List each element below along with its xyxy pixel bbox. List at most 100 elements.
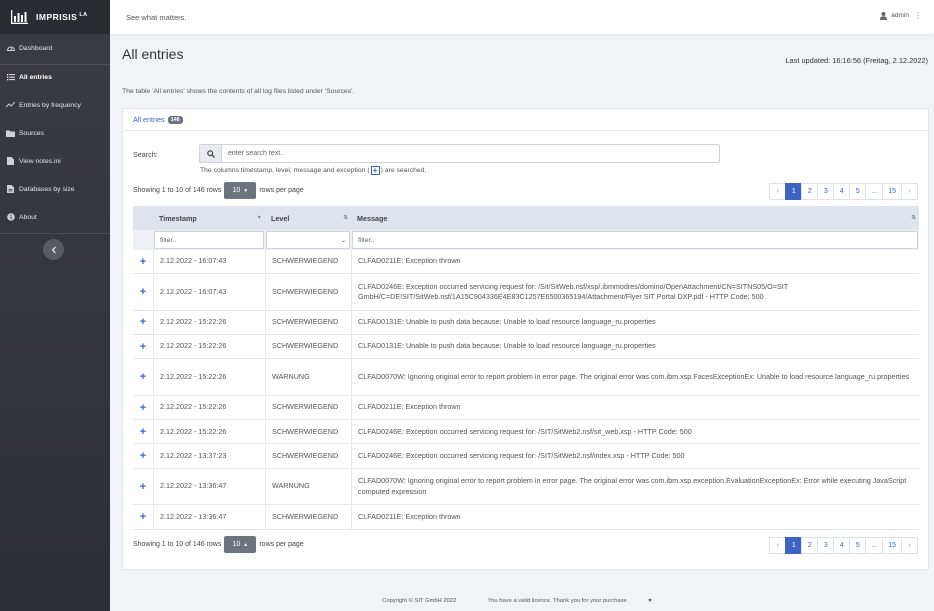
pagination-page-2[interactable]: 2: [801, 183, 819, 200]
level-cell: SCHWERWIEGEND: [265, 335, 351, 359]
sort-icon: ⇅: [343, 215, 348, 221]
sidebar-item-entries-by-frequency[interactable]: Entries by frequency: [0, 91, 110, 119]
pagination-page-3[interactable]: 3: [817, 183, 835, 200]
message-cell: CLFAD0211E: Exception thrown: [351, 505, 919, 529]
table-row[interactable]: +2.12.2022 - 13:36:47 SCHWERWIEGEND CLFAD0…: [133, 505, 919, 530]
rows-per-page-dropdown[interactable]: 10 ▼: [224, 182, 257, 199]
pagination-ellipsis: ...: [865, 183, 884, 200]
table-row[interactable]: +2.12.2022 - 16:07:43 SCHWERWIEGEND CLFAD0…: [133, 274, 919, 311]
expand-row-icon[interactable]: +: [133, 481, 153, 493]
bar-chart-logo-icon: [11, 10, 28, 24]
header-timestamp[interactable]: Timestamp ▼: [153, 206, 265, 230]
level-cell: SCHWERWIEGEND: [265, 250, 351, 274]
level-cell: SCHWERWIEGEND: [265, 274, 351, 310]
pagination-page-4[interactable]: 4: [833, 537, 851, 554]
sidebar-item-dashboard[interactable]: Dashboard: [0, 34, 110, 62]
search-button[interactable]: [200, 145, 222, 162]
table-row[interactable]: +2.12.2022 - 15:22:26 SCHWERWIEGEND CLFAD0…: [133, 335, 919, 360]
chevron-left-icon: [51, 246, 56, 253]
table-row[interactable]: +2.12.2022 - 13:37:23 SCHWERWIEGEND CLFAD0…: [133, 444, 919, 469]
pagination-next-button[interactable]: ›: [901, 537, 918, 554]
table-row[interactable]: +2.12.2022 - 16:07:43 SCHWERWIEGEND CLFAD0…: [133, 250, 919, 275]
brand[interactable]: IMPRISIS LA: [0, 0, 110, 34]
heart-icon: ♥: [648, 598, 652, 604]
header-message[interactable]: Message ⇅: [351, 206, 919, 230]
pagination-next-button[interactable]: ›: [901, 183, 918, 200]
sidebar-item-view-notes-ini[interactable]: View notes.ini: [0, 147, 110, 175]
timestamp-filter-input[interactable]: [154, 231, 264, 249]
header-label: Message: [357, 213, 388, 223]
sidebar-collapse-button[interactable]: [43, 239, 64, 260]
search-hint: The columns timestamp, level, message an…: [200, 166, 426, 175]
page-title: All entries: [122, 46, 184, 62]
expand-row-icon[interactable]: +: [133, 371, 153, 383]
header-level[interactable]: Level ⇅: [265, 206, 351, 230]
pagination-page-15[interactable]: 15: [882, 537, 902, 554]
page-description: The table 'All entries' shows the conten…: [122, 88, 355, 95]
table-row[interactable]: +2.12.2022 - 15:22:26 SCHWERWIEGEND CLFAD0…: [133, 420, 919, 445]
sidebar-nav: Dashboard All entries Entries by frequen…: [0, 34, 110, 234]
sidebar-item-databases-by-size[interactable]: Databases by size: [0, 175, 110, 203]
folder-icon: [6, 129, 15, 138]
user-icon: [880, 11, 888, 20]
tab-all-entries[interactable]: All entries 146: [133, 115, 183, 124]
pagination-prev-button[interactable]: ‹: [769, 183, 787, 200]
pagination-page-5[interactable]: 5: [849, 537, 867, 554]
pagination-page-15[interactable]: 15: [882, 183, 902, 200]
entries-card: All entries 146 Search: The columns time…: [122, 108, 929, 570]
header-expand-col: [133, 206, 153, 230]
level-cell: SCHWERWIEGEND: [265, 444, 351, 468]
sidebar-item-label: View notes.ini: [19, 157, 61, 165]
pagination-top: ‹ 1 2 3 4 5... 15 ›: [769, 183, 918, 200]
expand-row-icon[interactable]: +: [133, 256, 153, 268]
expand-row-icon[interactable]: +: [133, 450, 153, 462]
expand-row-icon[interactable]: +: [133, 402, 153, 414]
more-vertical-icon[interactable]: ⋮: [914, 11, 922, 20]
rows-info-top: Showing 1 to 10 of 146 rows 10 ▼ rows per…: [133, 182, 304, 199]
user-menu[interactable]: admin ⋮: [880, 11, 922, 20]
pagination-page-4[interactable]: 4: [833, 183, 851, 200]
table-row[interactable]: +2.12.2022 - 15:22:26 SCHWERWIEGEND CLFAD0…: [133, 395, 919, 421]
pagination-page-1[interactable]: 1: [785, 183, 803, 200]
chevron-down-icon: ⌄: [340, 238, 346, 244]
sidebar-item-sources[interactable]: Sources: [0, 119, 110, 147]
pagination-page-5[interactable]: 5: [849, 183, 867, 200]
database-file-icon: [6, 185, 15, 194]
expand-plus-icon: +: [370, 166, 380, 175]
expand-row-icon[interactable]: +: [133, 511, 153, 523]
level-filter-select[interactable]: ⌄: [266, 231, 350, 249]
sidebar-item-label: Databases by size: [19, 185, 75, 193]
expand-row-icon[interactable]: +: [133, 316, 153, 328]
table-row[interactable]: +2.12.2022 - 15:22:26 SCHWERWIEGEND CLFAD0…: [133, 310, 919, 336]
sidebar-item-about[interactable]: About: [0, 203, 110, 231]
table-row[interactable]: +2.12.2022 - 13:36:47 WARNUNG CLFAD0070W: …: [133, 468, 919, 506]
rows-per-page-value: 10: [232, 541, 241, 548]
sidebar-item-all-entries[interactable]: All entries: [0, 63, 110, 91]
message-filter-input[interactable]: [352, 231, 918, 249]
sort-icon: ⇅: [911, 215, 916, 221]
expand-row-icon[interactable]: +: [133, 341, 153, 353]
message-cell: CLFAD0131E: Unable to push data because:…: [351, 335, 919, 359]
message-cell: CLFAD0211E: Exception thrown: [351, 395, 919, 420]
expand-row-icon[interactable]: +: [133, 286, 153, 298]
message-cell: CLFAD0211E: Exception thrown: [351, 250, 919, 274]
table-row[interactable]: +2.12.2022 - 15:22:26 WARNUNG CLFAD0070W: …: [133, 359, 919, 396]
pagination-prev-button[interactable]: ‹: [769, 537, 787, 554]
expand-row-icon[interactable]: +: [133, 426, 153, 438]
rows-per-page-label: rows per page: [259, 541, 304, 548]
count-badge: 146: [167, 115, 183, 124]
message-cell: CLFAD0070W: Ignoring original error to r…: [351, 359, 919, 395]
pagination-ellipsis: ...: [865, 537, 884, 554]
last-updated: Last updated: 16:16:56 (Freitag, 2.12.20…: [785, 56, 928, 65]
rows-info-text: Showing 1 to 10 of 146 rows: [133, 187, 222, 194]
pagination-page-1[interactable]: 1: [785, 537, 803, 554]
rows-per-page-dropdown[interactable]: 10 ▲: [224, 536, 257, 553]
trend-icon: [6, 101, 15, 110]
pagination-page-2[interactable]: 2: [801, 537, 819, 554]
dashboard-icon: [6, 44, 15, 53]
timestamp-cell: 2.12.2022 - 13:36:47: [153, 468, 265, 505]
timestamp-cell: 2.12.2022 - 16:07:43: [153, 274, 265, 310]
search-input[interactable]: [222, 145, 719, 162]
entries-table: Timestamp ▼ Level ⇅ Message ⇅ ⌄ +2.12.2022 …: [133, 206, 919, 530]
pagination-page-3[interactable]: 3: [817, 537, 835, 554]
